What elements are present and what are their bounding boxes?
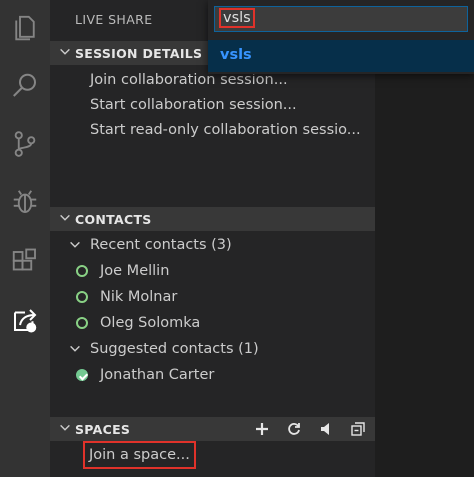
quick-open-input-value: vsls	[219, 8, 255, 28]
live-share-icon[interactable]	[7, 302, 43, 338]
quick-open-result[interactable]: vsls	[208, 40, 474, 72]
chevron-down-icon	[60, 424, 70, 431]
section-header-label: SPACES	[75, 422, 131, 437]
online-status-icon	[76, 317, 88, 329]
section-spaces[interactable]: SPACES	[50, 417, 375, 441]
online-status-icon	[76, 291, 88, 303]
extensions-icon[interactable]	[7, 244, 43, 280]
sidebar-title: LIVE SHARE	[75, 12, 153, 27]
collapse-all-icon[interactable]	[349, 420, 367, 438]
check-status-icon	[76, 369, 88, 381]
contact-item[interactable]: Nik Molnar	[100, 285, 177, 309]
start-session-item[interactable]: Start collaboration session...	[90, 93, 297, 117]
chevron-down-icon	[70, 241, 80, 248]
chevron-down-icon	[60, 48, 70, 55]
spaces-toolbar	[253, 420, 367, 438]
debug-icon[interactable]	[7, 184, 43, 220]
section-contacts[interactable]: CONTACTS	[50, 207, 375, 231]
search-icon[interactable]	[7, 68, 43, 104]
suggested-contacts-group[interactable]: Suggested contacts (1)	[70, 337, 259, 361]
suggested-contacts-label: Suggested contacts (1)	[90, 341, 259, 357]
contact-item[interactable]: Oleg Solomka	[100, 311, 200, 335]
join-space-item[interactable]: Join a space...	[83, 441, 196, 469]
chevron-down-icon	[60, 214, 70, 221]
files-icon[interactable]	[7, 10, 43, 46]
start-readonly-session-item[interactable]: Start read-only collaboration sessio...	[90, 118, 361, 142]
online-status-icon	[76, 265, 88, 277]
contact-item[interactable]: Jonathan Carter	[100, 363, 214, 387]
contact-item[interactable]: Joe Mellin	[100, 259, 169, 283]
section-header-label: CONTACTS	[75, 212, 152, 227]
editor-area	[375, 74, 474, 477]
activity-bar	[0, 0, 50, 477]
source-control-icon[interactable]	[7, 126, 43, 162]
quick-open-input[interactable]: vsls	[214, 6, 468, 32]
add-icon[interactable]	[253, 420, 271, 438]
section-header-label: SESSION DETAILS	[75, 46, 203, 61]
recent-contacts-group[interactable]: Recent contacts (3)	[70, 233, 232, 257]
quick-open-result-label: vsls	[220, 47, 252, 63]
mute-icon[interactable]	[317, 420, 335, 438]
refresh-icon[interactable]	[285, 420, 303, 438]
recent-contacts-label: Recent contacts (3)	[90, 237, 232, 253]
chevron-down-icon	[70, 345, 80, 352]
quick-open-widget: vsls vsls	[208, 0, 474, 74]
